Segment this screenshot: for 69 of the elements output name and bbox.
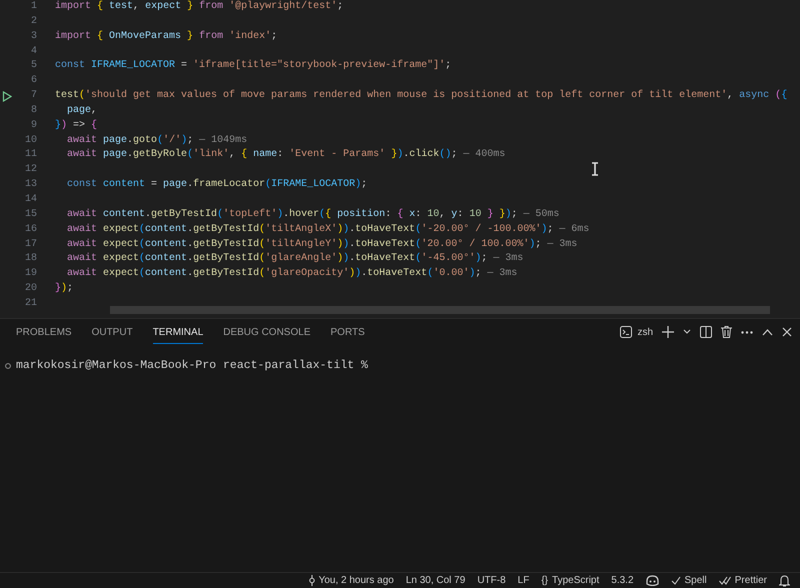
code-line: import { OnMoveParams } from 'index';	[55, 30, 278, 44]
code-line: await expect(content.getByTestId('tiltAngleY')).toHaveText('20.00° / 100.00%'); — 3ms	[66, 238, 578, 252]
code-line: await page.goto('/'); — 1049ms	[66, 134, 248, 148]
plus-icon[interactable]	[662, 326, 674, 338]
line-number: 12	[24, 163, 38, 178]
line-number: 20	[24, 282, 38, 296]
line-number: 10	[24, 134, 38, 148]
status-item[interactable]: LF	[518, 575, 530, 586]
panel-tab[interactable]: OUTPUT	[92, 320, 133, 344]
line-number: 3	[30, 30, 38, 44]
trash-icon[interactable]	[721, 326, 732, 338]
status-item[interactable]: You, 2 hours ago	[318, 575, 394, 586]
line-number: 1	[30, 0, 38, 14]
text-cursor-icon	[591, 162, 599, 176]
line-number: 6	[30, 74, 38, 88]
chevron-down-icon[interactable]	[683, 329, 691, 335]
line-number: 13	[24, 178, 38, 192]
line-number: 15	[24, 208, 38, 222]
panel-tab[interactable]: DEBUG CONSOLE	[223, 320, 310, 344]
line-number: 4	[30, 44, 38, 59]
line-number: 7	[30, 89, 38, 104]
code-line: await expect(content.getByTestId('tiltAngleX')).toHaveText('-20.00° / -100.00%'); — 6ms	[66, 222, 590, 237]
terminal-shell-button[interactable]: zsh	[620, 326, 653, 338]
close-icon[interactable]	[782, 327, 792, 337]
status-item[interactable]: 5.3.2	[611, 575, 634, 586]
double-check-icon	[718, 576, 731, 585]
split-panel-icon[interactable]	[700, 326, 712, 338]
line-number: 18	[24, 252, 38, 266]
bell-icon[interactable]	[779, 574, 790, 586]
code-line: const content = page.frameLocator(IFRAME_LOCATOR);	[66, 178, 368, 192]
line-number: 21	[24, 296, 38, 311]
code-line: await page.getByRole('link', { name: 'Event - Params' }).click(); — 400ms	[66, 148, 506, 162]
status-item[interactable]: Prettier	[734, 575, 767, 586]
more-icon[interactable]	[741, 330, 753, 334]
line-number: 11	[24, 148, 38, 162]
code-line: await expect(content.getByTestId('glareAngle')).toHaveText('-45.00°'); — 3ms	[66, 252, 524, 266]
check-icon	[670, 576, 681, 585]
line-number: 9	[30, 118, 38, 133]
status-item[interactable]: UTF-8	[477, 575, 506, 586]
terminal-prompt: markokosir@Markos-MacBook-Pro react-parallax-tilt %	[16, 359, 368, 372]
braces-icon: {}	[541, 575, 548, 586]
code-line: test('should get max values of move params rendered when mouse is positioned at top left corner of tilt element', async ({	[55, 89, 788, 104]
code-line: const IFRAME_LOCATOR = 'iframe[title="storybook-preview-iframe"]';	[55, 59, 452, 74]
scrollbar[interactable]	[110, 306, 770, 314]
line-number: 5	[30, 59, 38, 74]
line-number: 17	[24, 238, 38, 252]
circle-icon	[5, 362, 11, 368]
status-item[interactable]: TypeScript	[552, 575, 600, 586]
line-number: 8	[30, 104, 38, 118]
chevron-up-icon[interactable]	[762, 328, 773, 336]
terminal-icon	[620, 326, 632, 338]
copilot-icon[interactable]	[646, 575, 659, 586]
code-line: await content.getByTestId('topLeft').hover({ position: { x: 10, y: 10 } }); — 50ms	[66, 208, 560, 222]
panel-tab[interactable]: PORTS	[330, 320, 365, 344]
commit-icon	[308, 575, 315, 586]
panel-tab[interactable]: PROBLEMS	[16, 320, 72, 344]
line-number: 19	[24, 267, 38, 282]
code-line: }) => {	[55, 118, 98, 133]
line-number: 16	[24, 222, 38, 237]
panel-tab[interactable]: TERMINAL	[152, 320, 204, 344]
line-number: 2	[30, 14, 38, 29]
run-test-icon[interactable]	[2, 91, 12, 102]
code-line: });	[55, 282, 74, 296]
code-line: import { test, expect } from '@playwright/test';	[55, 0, 344, 14]
code-line: await expect(content.getByTestId('glareOpacity')).toHaveText('0.00'); — 3ms	[66, 267, 518, 282]
status-item[interactable]: Spell	[684, 575, 707, 586]
code-line: page,	[66, 104, 98, 118]
status-item[interactable]: Ln 30, Col 79	[406, 575, 466, 586]
line-number: 14	[24, 192, 38, 207]
